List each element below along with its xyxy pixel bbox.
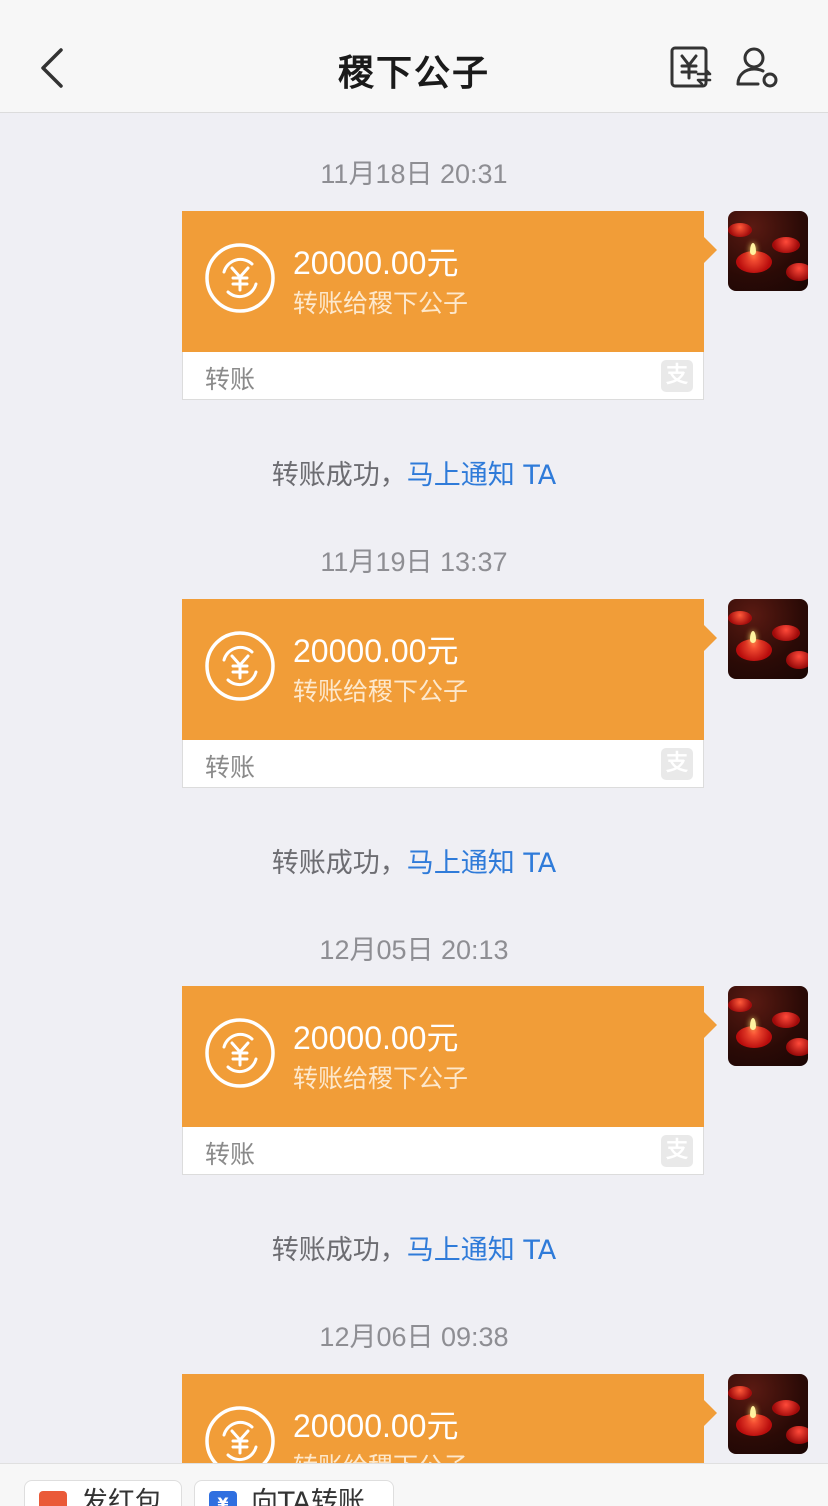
alipay-logo-icon: 支 — [661, 1135, 693, 1167]
bubble-tail — [704, 1012, 717, 1038]
transfer-notice: 转账成功，马上通知 TA — [0, 453, 828, 492]
bubble-tail — [704, 1400, 717, 1426]
transfer-amount: 20000.00元 — [293, 633, 459, 669]
transfer-card-label: 转账 — [205, 753, 256, 782]
yuan-exchange-icon — [205, 243, 275, 313]
transfer-description: 转账给稷下公子 — [293, 1447, 468, 1463]
user-settings-icon — [736, 47, 778, 88]
transfer-card-footer: 转账 支 — [182, 1127, 704, 1175]
transfer-amount: 20000.00元 — [293, 1020, 459, 1056]
transfer-card-footer: 转账 支 — [182, 352, 704, 400]
page-title: 稷下公子 — [337, 53, 490, 94]
transfer-card[interactable]: 20000.00元 转账给稷下公子 转账 支 — [182, 599, 717, 788]
alipay-logo-icon: 支 — [661, 360, 693, 392]
notice-text: 转账成功， — [271, 848, 407, 879]
transfer-amount: 20000.00元 — [293, 245, 459, 281]
red-packet-label: 发红包 — [81, 1487, 162, 1506]
transfer-card-header: 20000.00元 转账给稷下公子 — [182, 1374, 704, 1463]
message-timestamp: 11月19日 13:37 — [320, 547, 508, 577]
transfer-card[interactable]: 20000.00元 转账给稷下公子 转账 支 — [182, 986, 717, 1175]
bubble-tail — [704, 625, 717, 651]
transfer-card-header: 20000.00元 转账给稷下公子 — [182, 986, 704, 1127]
red-packet-icon — [39, 1491, 67, 1506]
send-red-packet-button[interactable]: 发红包 — [24, 1480, 182, 1506]
transfer-card-label: 转账 — [205, 1140, 256, 1169]
message-timestamp: 11月18日 20:31 — [320, 159, 508, 189]
transfer-label: 向TA转账 — [251, 1487, 365, 1506]
transfer-description: 转账给稷下公子 — [293, 289, 469, 318]
notice-text: 转账成功， — [271, 1235, 407, 1266]
transfer-card[interactable]: 20000.00元 转账给稷下公子 — [182, 1374, 717, 1463]
profile-settings-button[interactable] — [734, 44, 782, 92]
yuan-exchange-icon — [205, 631, 275, 701]
transfer-card-header: 20000.00元 转账给稷下公子 — [182, 211, 704, 352]
transfer-icon-button[interactable] — [668, 44, 716, 92]
nav-bar: 稷下公子 — [0, 0, 828, 113]
transfer-icon — [670, 46, 712, 88]
avatar[interactable] — [728, 986, 808, 1066]
transfer-yuan-icon: ¥ — [209, 1491, 237, 1506]
notify-link[interactable]: 马上通知 TA — [407, 1235, 556, 1266]
avatar[interactable] — [728, 211, 808, 291]
transfer-card-label: 转账 — [205, 365, 256, 394]
avatar[interactable] — [728, 599, 808, 679]
notify-link[interactable]: 马上通知 TA — [407, 460, 556, 491]
avatar[interactable] — [728, 1374, 808, 1454]
yuan-exchange-icon — [205, 1018, 275, 1088]
chat-feed[interactable]: 11月18日 20:31 20000.00元 转账给稷下公子 转账 支 转账成功… — [0, 113, 828, 1463]
transfer-notice: 转账成功，马上通知 TA — [0, 1228, 828, 1267]
transfer-to-ta-button[interactable]: ¥ 向TA转账 — [194, 1480, 394, 1506]
message-timestamp: 12月06日 09:38 — [319, 1322, 509, 1352]
transfer-card[interactable]: 20000.00元 转账给稷下公子 转账 支 — [182, 211, 717, 400]
transfer-description: 转账给稷下公子 — [293, 677, 469, 706]
transfer-description: 转账给稷下公子 — [293, 1064, 469, 1093]
quick-action-bar: 发红包 ¥ 向TA转账 — [0, 1463, 828, 1506]
bubble-tail — [704, 237, 717, 263]
back-button[interactable] — [30, 42, 74, 94]
transfer-card-footer: 转账 支 — [182, 740, 704, 788]
transfer-amount: 20000.00元 — [293, 1408, 459, 1444]
yuan-exchange-icon — [205, 1406, 275, 1463]
message-timestamp: 12月05日 20:13 — [319, 935, 509, 965]
chevron-left-icon — [41, 48, 63, 88]
notice-text: 转账成功， — [271, 460, 407, 491]
notify-link[interactable]: 马上通知 TA — [407, 848, 556, 879]
transfer-card-header: 20000.00元 转账给稷下公子 — [182, 599, 704, 740]
transfer-notice: 转账成功，马上通知 TA — [0, 841, 828, 880]
alipay-logo-icon: 支 — [661, 748, 693, 780]
